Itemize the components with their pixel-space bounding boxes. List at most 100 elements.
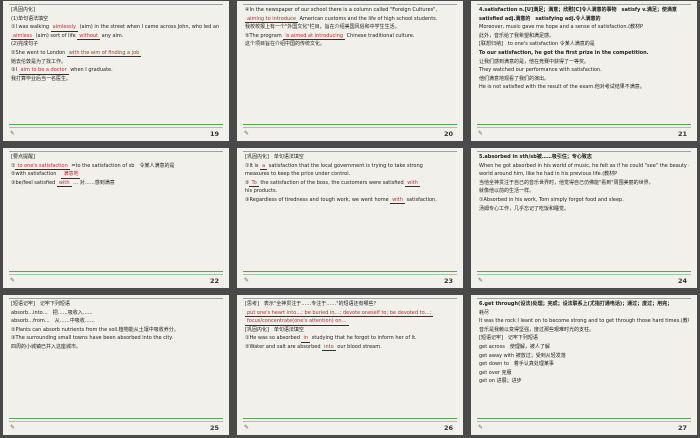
slide-text-line: [联想归纳] to one's satisfaction 令某人满意的是 <box>479 40 689 49</box>
line-text: 四周的小城镇已并入这座城市。 <box>11 343 82 350</box>
line-text: 此外，音乐给了我希望和满足感。 <box>479 32 555 39</box>
line-text: our blood stream. <box>335 343 382 350</box>
slide-text-line: 汤姆专心工作，几乎忘记了吃饭和睡觉。 <box>479 205 689 214</box>
slide-text-line: 音乐是我赖以变得坚强，度过那些艰难时光的支柱。 <box>479 326 689 335</box>
slide-text-line: 耗尽 <box>479 309 689 318</box>
slide-header-rule <box>477 151 691 152</box>
line-text: 我打算毕业后当一名医生。 <box>11 75 72 82</box>
line-text: ①It is <box>245 162 261 169</box>
slide-footer-rule-thin <box>243 126 457 127</box>
answer-blank: into <box>322 343 336 352</box>
slide-thumbnail[interactable]: [巩固内化] 单句语法填空 ①It is a satisfaction that … <box>237 148 463 288</box>
line-text: get on 进展；进步 <box>479 378 522 385</box>
line-text: They watched our performance with satisf… <box>479 67 602 74</box>
slide-text-line: ③Regardless of tiredness and tough work,… <box>245 196 455 205</box>
slide-text-line: his products. <box>245 187 455 196</box>
line-text: (1)单句语法填空 <box>11 15 49 22</box>
line-text: [巩固内化] <box>11 7 35 13</box>
answer-blank: put one's heart into…; be buried in…; de… <box>245 309 434 318</box>
line-text: Moreover, music gave me hope and a sense… <box>479 24 644 31</box>
answer-blank: is aimed at introducing <box>283 32 346 41</box>
slide-thumbnail[interactable]: 4.satisfaction n.[U]满足；满意；欣慰[C]令人满意的事物 s… <box>471 1 697 141</box>
slide-text-line: 四周的小城镇已并入这座城市。 <box>11 343 221 352</box>
slide-text-line: He is not satisfied with the result of t… <box>479 83 689 92</box>
answer-blank: without <box>77 32 101 41</box>
slide-footer-rule <box>9 123 223 125</box>
slide-text-line: [思考] 表示"全神贯注于……专注于……"的短语还有哪些？ <box>245 300 455 309</box>
slide-footer-rule-thin <box>9 273 223 274</box>
line-text: Chinese traditional culture. <box>345 32 415 39</box>
line-text: absorb…into… 把……吸收入…… <box>11 309 93 316</box>
slide-thumbnail[interactable]: 6.get through(设法)处理；完成；设法联系上(尤指打通电话)；通过；… <box>471 295 697 435</box>
slide-number: 21 <box>677 130 687 138</box>
line-text: [巩固内化] 单句语法填空 <box>245 326 304 333</box>
line-text: get away with 被放过；受到从轻发落 <box>479 352 566 359</box>
line-text: ①He was so absorbed <box>245 335 302 342</box>
slide-text-line: get across 使理解，被人了解 <box>479 343 689 352</box>
slide-logo-icon: ✎ <box>244 424 250 431</box>
line-text: studying that he forgot to inform her of… <box>310 335 417 342</box>
slide-footer-rule-thin <box>243 420 457 421</box>
line-text: ③be/feel satisfied <box>11 179 57 186</box>
slide-thumbnail[interactable]: [短语记牢] 记牢下列短语 absorb…into… 把……吸收入…… absorb… <box>3 295 229 435</box>
slide-number: 22 <box>209 277 219 285</box>
line-text: He is not satisfied with the result of t… <box>479 84 645 91</box>
slide-text-line: ②Water and salt are absorbed into our bl… <box>245 343 455 352</box>
line-text: (2)完成句子 <box>11 41 39 48</box>
slide-text-line: 当他全神贯注于自己的音乐世界时，他觉得自己仿佛能"看到"周围美丽的世界， <box>479 179 689 188</box>
slide-text-line: ①I was walking aimlessly (aim) in the st… <box>11 23 221 32</box>
slide-logo-icon: ✎ <box>244 277 250 284</box>
line-text: get down to 着手认真处理某事 <box>479 361 554 368</box>
slide-header-rule <box>477 298 691 299</box>
slide-text-line: ②She went to London with the aim of find… <box>11 49 221 58</box>
slide-text-line: focus/concentrate(one's attention) on… <box>245 317 455 326</box>
slide-thumbnail[interactable]: [思考] 表示"全神贯注于……专注于……"的短语还有哪些？ put one's h… <box>237 295 463 435</box>
slide-text-line: ④In the newspaper of our school there is… <box>245 6 455 15</box>
line-text: 4.satisfaction n.[U]满足；满意；欣慰[C]令人满意的事物 s… <box>479 7 677 13</box>
line-text: the satisfaction of the boss, the custom… <box>258 179 406 186</box>
line-text: ③Regardless of tiredness and tough work,… <box>245 196 391 203</box>
slide-content: ④In the newspaper of our school there is… <box>245 6 455 49</box>
slide-text-line: [短语记牢] 记牢下列短语 <box>479 334 689 343</box>
slide-text-line: 6.get through(设法)处理；完成；设法联系上(尤指打通电话)；通过；… <box>479 300 689 309</box>
slide-text-line: To our satisfaction, he got the first pr… <box>479 49 689 58</box>
slide-number: 24 <box>677 277 687 285</box>
slide-thumbnail[interactable]: [巩固内化] (1)单句语法填空 ①I was walking aimlessly … <box>3 1 229 141</box>
line-text: measures to keep the price under control… <box>245 171 351 178</box>
line-text: 耗尽 <box>479 309 490 316</box>
line-text: world around him, like he had in his pre… <box>479 171 618 178</box>
slide-text-line: 让我们感到满意的是，他在竞赛中获得了一等奖。 <box>479 58 689 67</box>
slide-header-rule <box>243 4 457 5</box>
line-text: [要点提醒] <box>11 154 35 160</box>
slide-thumbnail[interactable]: [要点提醒] ① to one's satisfaction =to the sat… <box>3 148 229 288</box>
answer-blank: aimlessly <box>50 24 79 32</box>
line-text: 这个项目旨在介绍中国的传统文化。 <box>245 41 326 48</box>
line-text: [巩固内化] 单句语法填空 <box>245 154 304 160</box>
line-text: To our satisfaction, he got the first pr… <box>479 49 649 56</box>
line-text: =to the satisfaction of sb 令某人满意的是 <box>69 162 175 169</box>
slide-header-rule <box>9 298 223 299</box>
line-text: 就像他以前的生活一样。 <box>479 188 535 195</box>
line-text: ④In the newspaper of our school there is… <box>245 7 438 13</box>
slide-footer-rule <box>9 270 223 272</box>
slide-text-line: [巩固内化] 单句语法填空 <box>245 326 455 335</box>
line-text: 音乐是我赖以变得坚强，度过那些艰难时光的支柱。 <box>479 326 595 333</box>
slide-header-rule <box>9 4 223 5</box>
slide-text-line: 她去伦敦是为了找工作。 <box>11 58 221 67</box>
slide-text-line: satisfied adj.满意的 satisfying adj.令人满意的 <box>479 15 689 24</box>
line-text: ⑤The program <box>245 32 284 39</box>
line-text: ③The surrounding small towns have been a… <box>11 335 174 342</box>
slide-text-line: 4.satisfaction n.[U]满足；满意；欣慰[C]令人满意的事物 s… <box>479 6 689 15</box>
answer-blank: in <box>301 335 311 343</box>
line-text: 他们满意地观看了我们的演出。 <box>479 75 550 82</box>
slide-thumbnail[interactable]: 5.absorbed in sth/sb被……吸引住；专心致志 When he g… <box>471 148 697 288</box>
answer-blank: with <box>405 179 420 188</box>
answer-blank: with <box>56 179 72 188</box>
slide-text-line: 他们满意地观看了我们的演出。 <box>479 75 689 84</box>
line-text: 汤姆专心工作，几乎忘记了吃饭和睡觉。 <box>479 205 570 212</box>
line-text: 当他全神贯注于自己的音乐世界时，他觉得自己仿佛能"看到"周围美丽的世界， <box>479 179 654 186</box>
slide-text-line: ②with satisfaction 满意地 <box>11 170 221 179</box>
slide-footer-rule <box>243 417 457 419</box>
slide-text-line: 就像他以前的生活一样。 <box>479 187 689 196</box>
slide-thumbnail[interactable]: ④In the newspaper of our school there is… <box>237 1 463 141</box>
